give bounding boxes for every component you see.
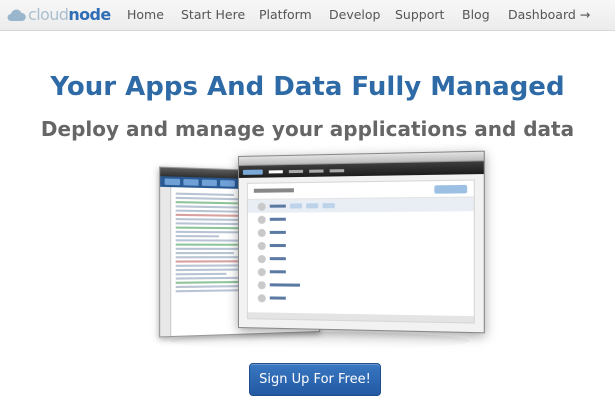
logo-text-node: node	[68, 5, 111, 24]
nav-home[interactable]: Home	[127, 7, 164, 23]
logo-text: cloudnode	[28, 6, 111, 24]
app-list-row	[248, 225, 474, 239]
dashboard-app-screenshot	[238, 150, 485, 334]
app-footer	[247, 312, 474, 323]
sign-up-button[interactable]: Sign Up For Free!	[249, 363, 381, 396]
nav-develop[interactable]: Develop	[329, 7, 380, 23]
product-screenshot	[0, 0, 615, 412]
hero-headline: Your Apps And Data Fully Managed	[50, 72, 565, 102]
app-list-panel	[246, 179, 475, 324]
logo[interactable]: cloudnode	[6, 6, 111, 24]
hero-subheadline: Deploy and manage your applications and …	[40, 117, 575, 141]
top-navbar: cloudnode Home Start Here Platform Devel…	[0, 0, 615, 31]
app-list-row	[248, 239, 474, 253]
nav-blog[interactable]: Blog	[462, 7, 490, 23]
nav-platform[interactable]: Platform	[259, 7, 312, 23]
nav-support[interactable]: Support	[395, 7, 444, 23]
app-list-row	[248, 211, 474, 226]
app-list-row	[248, 252, 474, 266]
nav-dashboard[interactable]: Dashboard →	[508, 7, 590, 23]
logo-text-cloud: cloud	[28, 5, 69, 24]
cloud-icon	[7, 9, 26, 21]
nav-start-here[interactable]: Start Here	[181, 7, 245, 23]
editor-gutter	[160, 186, 172, 337]
app-list-row	[248, 291, 474, 308]
app-list-header	[247, 180, 474, 200]
